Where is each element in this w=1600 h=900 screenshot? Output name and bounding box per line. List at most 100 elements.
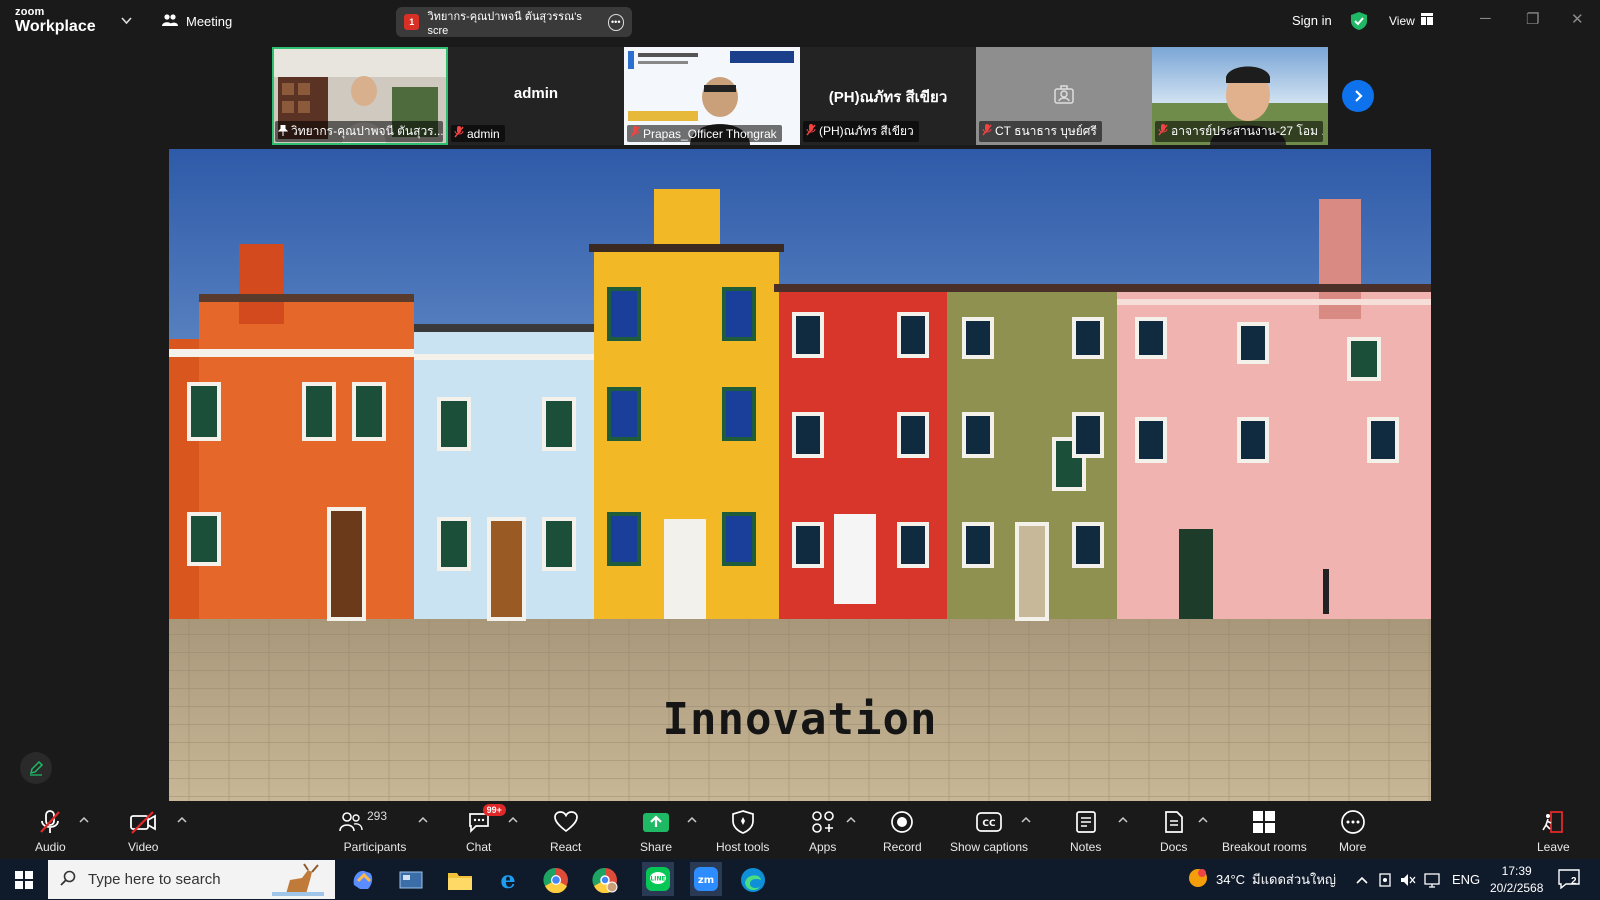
mic-muted-icon [806, 124, 816, 139]
brand-top: zoom [15, 6, 45, 18]
participant-name-label: (PH)ณภัทร สีเขียว [803, 121, 919, 142]
line-app-icon[interactable]: LINE [642, 862, 674, 896]
apps-icon [811, 809, 835, 835]
host-tools-button[interactable]: Host tools [716, 809, 769, 854]
captions-button[interactable]: CC Show captions [950, 809, 1028, 854]
record-button[interactable]: Record [883, 809, 922, 854]
internet-explorer-icon[interactable]: e [493, 865, 523, 895]
annotate-button[interactable] [20, 752, 52, 784]
chrome-profile-icon[interactable] [590, 865, 620, 895]
user-avatar-icon [1052, 83, 1076, 112]
apps-label: Apps [809, 840, 837, 854]
zoom-logo[interactable]: zoom Workplace [15, 7, 96, 35]
participant-tile[interactable]: (PH)ณภัทร สีเขียว (PH)ณภัทร สีเขียว [800, 47, 976, 145]
participant-tile[interactable]: CT ธนาธาร บุษย์ศรี [976, 47, 1152, 145]
more-options-icon[interactable]: ••• [607, 13, 624, 31]
leave-button[interactable]: Leave [1537, 809, 1570, 854]
share-label: Share [640, 840, 673, 854]
copilot-icon[interactable] [348, 865, 378, 895]
video-button[interactable]: Video [128, 809, 158, 854]
mic-muted-icon [37, 809, 63, 835]
breakout-rooms-button[interactable]: Breakout rooms [1222, 809, 1307, 854]
more-horizontal-icon [1340, 809, 1366, 835]
shield-check-icon[interactable] [1350, 11, 1368, 36]
weather-widget[interactable]: 34°C มีแดดส่วนใหญ่ [1187, 859, 1336, 900]
participant-tile[interactable]: อาจารย์ประสานงาน-27 โอม ... [1152, 47, 1328, 145]
language-indicator[interactable]: ENG [1452, 859, 1480, 900]
apps-button[interactable]: Apps [809, 809, 836, 854]
chevron-up-icon[interactable] [846, 815, 856, 826]
participants-count: 293 [367, 809, 388, 823]
deer-illustration-icon [268, 862, 328, 900]
participant-name-label: อาจารย์ประสานงาน-27 โอม ... [1155, 121, 1323, 142]
notifications-button[interactable]: 2 [1558, 859, 1582, 900]
chevron-up-icon[interactable] [1198, 815, 1208, 826]
chevron-up-icon[interactable] [508, 815, 518, 826]
react-button[interactable]: React [550, 809, 581, 854]
leave-label: Leave [1537, 840, 1570, 854]
edge-icon[interactable] [738, 865, 768, 895]
file-explorer-icon[interactable] [445, 865, 475, 895]
audio-button[interactable]: Audio [35, 809, 66, 854]
host-tools-label: Host tools [716, 840, 770, 854]
taskbar-search-input[interactable]: Type here to search [48, 860, 335, 899]
chevron-up-icon[interactable] [177, 815, 187, 826]
participant-tile[interactable]: วิทยากร-คุณปาพจนี ตันสุวร... [272, 47, 448, 145]
network-icon[interactable] [1423, 859, 1441, 900]
pin-icon [277, 124, 289, 139]
chevron-up-icon[interactable] [1021, 815, 1031, 826]
minimize-icon[interactable]: ─ [1480, 10, 1491, 27]
participant-name-label: วิทยากร-คุณปาพจนี ตันสุวร... [275, 121, 443, 142]
notification-icon: 2 [1558, 868, 1582, 891]
close-icon[interactable]: ✕ [1571, 10, 1584, 28]
next-page-button[interactable] [1342, 80, 1374, 112]
volume-muted-icon[interactable] [1400, 859, 1416, 900]
chrome-icon[interactable] [541, 865, 571, 895]
react-label: React [550, 840, 582, 854]
docs-button[interactable]: Docs [1160, 809, 1187, 854]
participants-button[interactable]: 293 Participants [339, 809, 411, 854]
chat-icon: 99+ [467, 804, 506, 835]
notes-label: Notes [1070, 840, 1102, 854]
windows-start-icon[interactable] [15, 871, 33, 894]
chevron-up-icon[interactable] [1118, 815, 1128, 826]
participant-name: Prapas_Officer Thongrak [643, 126, 777, 141]
meet-now-icon[interactable] [1378, 859, 1394, 900]
notes-button[interactable]: Notes [1070, 809, 1101, 854]
participant-strip: วิทยากร-คุณปาพจนี ตันสุวร... admin admin [272, 47, 1328, 145]
participant-tile[interactable]: admin admin [448, 47, 624, 145]
task-view-icon[interactable] [396, 865, 426, 895]
chevron-up-icon[interactable] [79, 815, 89, 826]
search-placeholder: Type here to search [88, 871, 221, 888]
chevron-down-icon[interactable] [121, 14, 132, 28]
search-icon [60, 870, 76, 890]
weather-temp: 34°C [1216, 872, 1246, 887]
screen-share-indicator[interactable]: 1 วิทยากร-คุณปาพจนี ตันสุวรรณ's scre ••• [396, 7, 632, 37]
participant-name-label: admin [451, 125, 505, 142]
meeting-info-button[interactable]: Meeting [162, 13, 232, 30]
shared-screen[interactable]: Innovation [169, 149, 1431, 801]
more-button[interactable]: More [1339, 809, 1366, 854]
chat-button[interactable]: 99+ Chat [466, 804, 506, 854]
chevron-up-icon[interactable] [687, 815, 697, 826]
sign-in-link[interactable]: Sign in [1292, 13, 1332, 28]
clock[interactable]: 17:39 20/2/2568 [1490, 859, 1543, 900]
chevron-up-icon[interactable] [418, 815, 428, 826]
notes-icon [1075, 809, 1097, 835]
meeting-toolbar: Audio Video 293 Participants 99+ Chat Re… [0, 803, 1600, 859]
svg-text:LINE: LINE [650, 876, 665, 883]
participant-name: (PH)ณภัทร สีเขียว [819, 124, 914, 138]
grid-view-icon [1420, 13, 1433, 28]
view-button[interactable]: View [1389, 13, 1433, 28]
brand-bottom: Workplace [15, 18, 96, 35]
zoom-app-icon[interactable]: zm [690, 862, 722, 896]
share-button[interactable]: Share [640, 809, 672, 854]
restore-icon[interactable]: ❐ [1526, 10, 1539, 28]
slide-caption: Innovation [662, 694, 938, 745]
participant-tile[interactable]: Prapas_Officer Thongrak [624, 47, 800, 145]
shield-icon [731, 809, 754, 835]
pencil-icon [29, 760, 44, 776]
people-icon [162, 13, 178, 30]
tray-chevron-up-icon[interactable] [1356, 859, 1368, 900]
participant-name: อาจารย์ประสานงาน-27 โอม ... [1171, 124, 1323, 138]
